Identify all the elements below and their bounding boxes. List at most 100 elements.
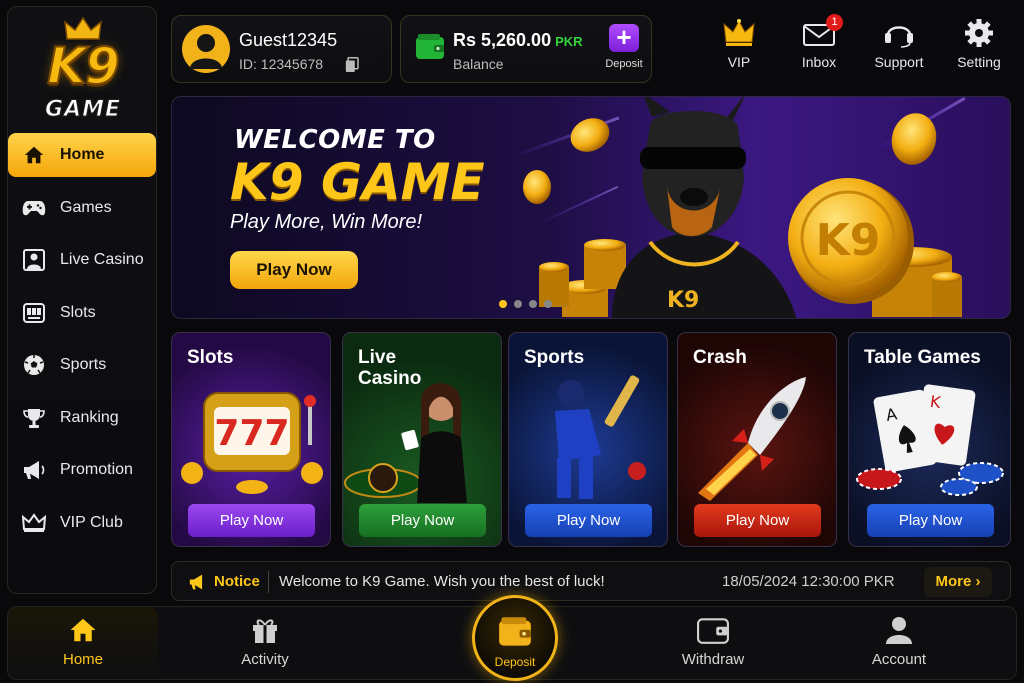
cricket-player-art xyxy=(555,375,646,499)
megaphone-icon xyxy=(22,458,46,482)
bottom-nav-label: Home xyxy=(62,651,103,668)
play-now-button[interactable]: Play Now xyxy=(359,504,486,537)
header-deposit-label: Deposit xyxy=(605,58,643,70)
vip-label: VIP xyxy=(727,54,751,70)
sidebar-item-promotion[interactable]: Promotion xyxy=(8,448,158,492)
more-label: More xyxy=(935,573,972,590)
user-icon xyxy=(190,34,222,69)
welcome-banner[interactable]: K9 K9 WELCOME TO K9 GAME Play More, Win … xyxy=(171,96,1011,319)
home-icon xyxy=(70,618,96,642)
sidebar-item-label: VIP Club xyxy=(60,513,123,531)
card-slots[interactable]: Slots 777 Play Now xyxy=(171,332,331,547)
balance-amount: Rs 5,260.00 PKR xyxy=(453,30,583,51)
coin-k9-text: K9 xyxy=(816,215,881,266)
sidebar-item-games[interactable]: Games xyxy=(8,186,158,230)
sidebar-item-vip-club[interactable]: VIP Club xyxy=(8,501,158,545)
megaphone-icon xyxy=(189,574,203,590)
copy-icon[interactable] xyxy=(345,57,359,73)
plus-icon: + xyxy=(609,24,639,52)
more-button[interactable]: More › xyxy=(924,567,992,597)
sidebar: K9 GAME Home Games Live Casino Slots Spo… xyxy=(7,6,157,594)
sidebar-item-label: Ranking xyxy=(60,408,119,426)
deposit-label: Deposit xyxy=(494,655,536,669)
header-actions: VIP 1 Inbox Support Setting xyxy=(700,14,1020,78)
username: Guest12345 xyxy=(239,30,338,50)
notice-bar: Notice Welcome to K9 Game. Wish you the … xyxy=(171,561,1011,601)
crown-icon xyxy=(22,511,46,535)
slot-machine-art: 777 xyxy=(181,392,323,494)
bottom-nav-withdraw[interactable]: Withdraw xyxy=(658,615,768,668)
sidebar-item-home[interactable]: Home xyxy=(8,133,156,177)
card-live-casino[interactable]: Live Casino Play Now xyxy=(342,332,502,547)
play-now-button[interactable]: Play Now xyxy=(188,504,315,537)
bottom-nav-account[interactable]: Account xyxy=(844,615,954,668)
header-deposit-button[interactable]: + Deposit xyxy=(601,24,647,78)
carousel-dots xyxy=(499,300,552,308)
app-root: K9 GAME Home Games Live Casino Slots Spo… xyxy=(0,0,1024,683)
sidebar-item-live-casino[interactable]: Live Casino xyxy=(8,238,158,282)
support-label: Support xyxy=(874,54,924,70)
notice-divider xyxy=(268,571,269,593)
chevron-right-icon: › xyxy=(975,573,981,590)
balance-label: Balance xyxy=(453,56,504,72)
playing-cards-art: A K xyxy=(856,384,1004,496)
avatar xyxy=(182,25,230,73)
notice-timestamp: 18/05/2024 12:30:00 PKR xyxy=(722,573,895,590)
slot-machine-icon xyxy=(22,301,46,325)
sidebar-item-label: Slots xyxy=(60,303,96,321)
sidebar-item-label: Home xyxy=(60,146,105,163)
k9-game-logo[interactable]: K9 GAME xyxy=(8,11,158,129)
banner-tagline: Play More, Win More! xyxy=(230,211,423,233)
card-table-games[interactable]: Table Games A K Play Now xyxy=(848,332,1011,547)
inbox-button[interactable]: 1 Inbox xyxy=(784,14,854,70)
live-casino-icon xyxy=(22,248,46,272)
carousel-dot[interactable] xyxy=(499,300,507,308)
banner-title: K9 GAME xyxy=(230,153,485,211)
play-now-button[interactable]: Play Now xyxy=(525,504,652,537)
user-id: ID: 12345678 xyxy=(239,56,324,72)
doberman-mascot: K9 xyxy=(612,97,797,318)
notice-text: Welcome to K9 Game. Wish you the best of… xyxy=(279,573,605,590)
mascot-hoodie-text: K9 xyxy=(667,288,699,313)
rocket-art xyxy=(698,377,806,501)
bottom-nav-home[interactable]: Home xyxy=(28,615,138,668)
trophy-icon xyxy=(22,406,46,430)
svg-text:777: 777 xyxy=(214,413,289,454)
sidebar-item-ranking[interactable]: Ranking xyxy=(8,396,158,440)
user-icon xyxy=(886,617,912,644)
carousel-dot[interactable] xyxy=(514,300,522,308)
notice-label: Notice xyxy=(214,573,260,590)
sidebar-nav: Home Games Live Casino Slots Sports Rank… xyxy=(8,133,158,553)
sidebar-item-sports[interactable]: Sports xyxy=(8,343,158,387)
wallet-icon xyxy=(697,618,729,644)
setting-button[interactable]: Setting xyxy=(944,18,1014,70)
bottom-nav-activity[interactable]: Activity xyxy=(210,615,320,668)
card-crash[interactable]: Crash Play Now xyxy=(677,332,837,547)
balance-value: Rs 5,260.00 xyxy=(453,30,552,50)
support-button[interactable]: Support xyxy=(864,18,934,70)
logo-game-text: GAME xyxy=(44,97,121,123)
bottom-nav-label: Activity xyxy=(241,651,289,668)
setting-label: Setting xyxy=(957,54,1001,70)
bottom-nav-label: Withdraw xyxy=(681,651,745,668)
k9-coin: K9 xyxy=(788,178,914,304)
vip-button[interactable]: VIP xyxy=(704,18,774,70)
sidebar-item-slots[interactable]: Slots xyxy=(8,291,158,335)
bottom-nav-label: Account xyxy=(871,651,927,668)
wallet-icon xyxy=(416,34,444,59)
balance-currency: PKR xyxy=(555,34,583,49)
carousel-dot[interactable] xyxy=(529,300,537,308)
bottom-nav-deposit[interactable]: Deposit xyxy=(472,595,558,681)
play-now-button[interactable]: Play Now xyxy=(867,504,994,537)
sidebar-item-label: Promotion xyxy=(60,461,133,478)
balance-card: Rs 5,260.00 PKR Balance + Deposit xyxy=(400,15,652,83)
card-sports[interactable]: Sports Play Now xyxy=(508,332,668,547)
wallet-icon xyxy=(499,617,531,646)
user-profile-card[interactable]: Guest12345 ID: 12345678 xyxy=(171,15,392,83)
live-dealer-art xyxy=(344,383,467,503)
play-now-button[interactable]: Play Now xyxy=(694,504,821,537)
soccer-ball-icon xyxy=(22,353,46,377)
vip-crown-icon xyxy=(723,19,755,46)
carousel-dot[interactable] xyxy=(544,300,552,308)
banner-play-now-button[interactable]: Play Now xyxy=(230,251,358,289)
